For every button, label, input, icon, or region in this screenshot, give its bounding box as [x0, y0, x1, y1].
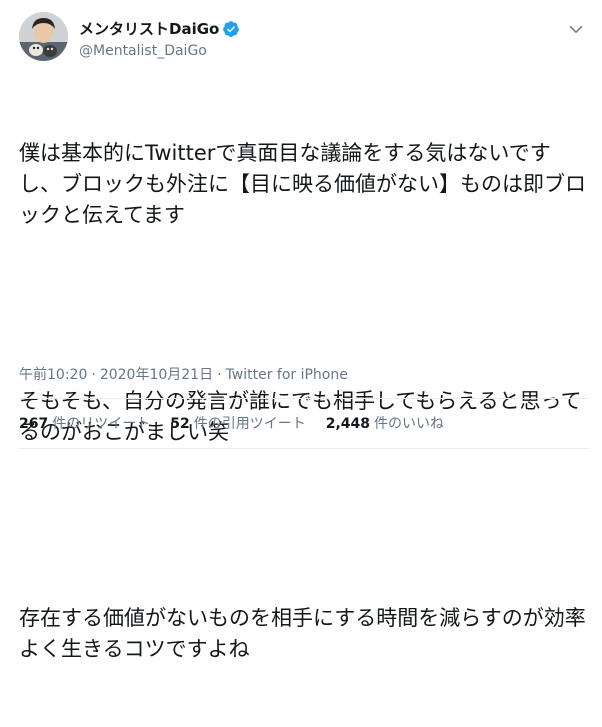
meta-separator: · [91, 367, 96, 383]
tweet-stats: 267 件のリツイート 52 件の引用ツイート 2,448 件のいいね [19, 413, 464, 435]
tweet-paragraph-spacer [19, 293, 589, 324]
divider [19, 448, 589, 449]
profile-photo-icon [19, 12, 68, 61]
author-handle[interactable]: @Mentalist_DaiGo [79, 42, 207, 60]
tweet-text: 僕は基本的にTwitterで真面目な議論をする気はないですし、ブロックも外注に【… [19, 76, 589, 727]
tweet-source[interactable]: Twitter for iPhone [226, 365, 348, 385]
likes-label: 件のいいね [374, 416, 445, 432]
likes-stat[interactable]: 2,448 件のいいね [326, 413, 444, 435]
tweet-time[interactable]: 午前10:20 [19, 365, 87, 385]
quotes-stat[interactable]: 52 件の引用ツイート [170, 413, 305, 435]
tweet-header: メンタリストDaiGo @Mentalist_DaiGo [19, 12, 589, 66]
tweet-paragraph: 僕は基本的にTwitterで真面目な議論をする気はないですし、ブロックも外注に【… [19, 141, 586, 227]
retweets-count: 267 [19, 416, 49, 432]
tweet-paragraph: 存在する価値がないものを相手にする時間を減らすのが効率よく生きるコツですよね [19, 606, 586, 661]
tweet-meta: 午前10:20 · 2020年10月21日 · Twitter for iPho… [19, 365, 348, 385]
likes-count: 2,448 [325, 416, 371, 432]
quotes-count: 52 [170, 416, 190, 432]
display-name[interactable]: メンタリストDaiGo [79, 19, 219, 39]
divider [19, 398, 589, 399]
verified-badge-icon [223, 21, 240, 37]
tweet-card: メンタリストDaiGo @Mentalist_DaiGo 僕は基本的にTwitt… [0, 0, 602, 661]
author-name-row[interactable]: メンタリストDaiGo [79, 19, 240, 39]
tweet-paragraph-spacer [19, 510, 589, 541]
quotes-label: 件の引用ツイート [193, 416, 306, 432]
tweet-date[interactable]: 2020年10月21日 [100, 365, 213, 385]
retweets-label: 件のリツイート [52, 416, 151, 432]
meta-separator: · [217, 367, 222, 383]
avatar[interactable] [19, 12, 68, 61]
chevron-down-icon[interactable] [567, 20, 585, 38]
retweets-stat[interactable]: 267 件のリツイート [19, 413, 150, 435]
